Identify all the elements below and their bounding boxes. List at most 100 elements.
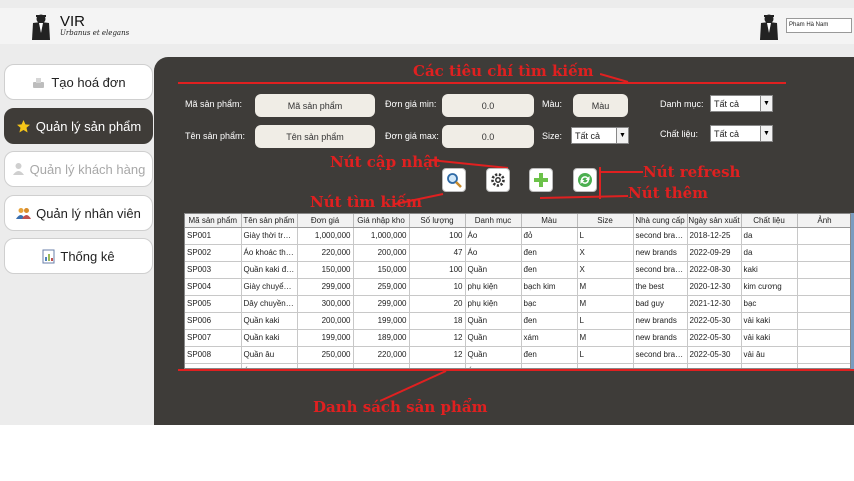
table-cell: 299,000 xyxy=(297,278,354,296)
table-cell: đen xyxy=(521,346,578,364)
table-row[interactable]: SP001 Giày thời trang 1,000,000 1,000,000 10… xyxy=(185,227,850,245)
table-cell: đỏ xyxy=(521,227,578,245)
table-cell xyxy=(797,244,850,262)
table-cell: 12 xyxy=(409,329,466,347)
table-row[interactable]: SP007 Quần kaki 199,000 189,000 12 Quần xám Mne… xyxy=(185,329,850,347)
color-label: Màu: xyxy=(542,99,563,109)
sidebar-item-products[interactable]: Quản lý sản phẩm xyxy=(4,108,153,144)
table-cell: bạc xyxy=(741,295,798,313)
column-header[interactable]: Ảnh xyxy=(797,214,850,228)
table-cell: Quần kaki xyxy=(241,312,298,330)
color-input[interactable]: Màu xyxy=(573,94,628,117)
table-cell: đen xyxy=(521,261,578,279)
update-button[interactable] xyxy=(486,168,510,192)
table-cell xyxy=(797,261,850,279)
table-cell: new brands xyxy=(633,244,688,262)
table-cell: bad guy xyxy=(633,295,688,313)
username-field[interactable]: Pham Hà Nam xyxy=(786,18,852,33)
material-select-value: Tất cả xyxy=(714,129,740,139)
sidebar-item-label: Thống kê xyxy=(60,248,115,264)
table-cell: SP006 xyxy=(185,312,242,330)
sidebar-item-label: Quản lý sản phẩm xyxy=(35,118,142,134)
sidebar-item-customers[interactable]: Quản lý khách hàng xyxy=(4,151,153,187)
table-cell: new brands xyxy=(633,312,688,330)
table-cell xyxy=(797,227,850,245)
table-row[interactable]: SP004Giày chuyển kiểu299,000259,00010phụ… xyxy=(185,278,850,296)
table-cell: 220,000 xyxy=(297,244,354,262)
table-cell: vải kaki xyxy=(741,312,798,330)
table-cell: SP001 xyxy=(185,227,242,245)
min-price-label: Đơn giá min: xyxy=(385,99,437,109)
table-cell xyxy=(797,329,850,347)
material-select[interactable]: Tất cả ▼ xyxy=(710,125,773,142)
table-cell: SP007 xyxy=(185,329,242,347)
staff-icon xyxy=(16,207,32,219)
table-cell: kaki xyxy=(741,261,798,279)
column-header[interactable]: Nhà cung cấp xyxy=(633,214,688,228)
table-cell: L xyxy=(577,312,634,330)
table-row[interactable]: SP006 Quần kaki 200,000 199,000 18 Quần đen Lne… xyxy=(185,312,850,330)
column-header[interactable]: Chất liệu xyxy=(741,214,798,228)
table-row[interactable]: SP008 Quần âu 250,000 220,000 12 Quần đen Lseco… xyxy=(185,346,850,364)
table-cell: 250,000 xyxy=(297,346,354,364)
table-cell: 150,000 xyxy=(297,261,354,279)
column-header[interactable]: Tên sản phẩm xyxy=(241,214,298,228)
size-select-value: Tất cả xyxy=(575,131,601,141)
table-cell: L xyxy=(577,227,634,245)
annotation-line xyxy=(178,82,786,84)
column-header[interactable]: Số lượng xyxy=(409,214,466,228)
table-cell: 2022-05-30 xyxy=(687,346,742,364)
size-select[interactable]: Tất cả ▼ xyxy=(571,127,629,144)
sidebar-item-statistics[interactable]: Thống kê xyxy=(4,238,153,274)
table-cell: da xyxy=(741,244,798,262)
product-table[interactable]: Mã sản phẩm Tên sản phẩm Đơn giá Giá nhập k… xyxy=(184,213,851,369)
table-cell: 150,000 xyxy=(353,261,410,279)
category-select[interactable]: Tất cả ▼ xyxy=(710,95,773,112)
column-header[interactable]: Danh mục xyxy=(465,214,522,228)
user-icon xyxy=(12,162,25,176)
table-cell: L xyxy=(577,346,634,364)
product-name-input[interactable]: Tên sản phẩm xyxy=(255,125,375,148)
table-cell: SP005 xyxy=(185,295,242,313)
app-slogan: Urbanus et elegans xyxy=(60,29,130,37)
table-cell: xám xyxy=(521,329,578,347)
table-row[interactable]: SP003 Quần kaki đen 150,000 150,000 100 Quần đ… xyxy=(185,261,850,279)
table-cell: Áo xyxy=(465,227,522,245)
table-cell: 20 xyxy=(409,295,466,313)
sidebar-item-staff[interactable]: Quản lý nhân viên xyxy=(4,195,153,231)
table-cell: 2020-12-30 xyxy=(687,278,742,296)
sidebar-item-create-invoice[interactable]: Tạo hoá đơn xyxy=(4,64,153,100)
table-cell: vải kaki xyxy=(741,329,798,347)
search-button[interactable] xyxy=(442,168,466,192)
product-code-input[interactable]: Mã sản phẩm xyxy=(255,94,375,117)
chevron-down-icon[interactable]: ▼ xyxy=(760,96,772,111)
column-header[interactable]: Đơn giá xyxy=(297,214,354,228)
column-header[interactable]: Ngày sản xuất xyxy=(687,214,742,228)
max-price-input[interactable]: 0.0 xyxy=(442,125,534,148)
table-cell: bạch kim xyxy=(521,278,578,296)
table-cell: 18 xyxy=(409,312,466,330)
app-name: VIR xyxy=(60,13,86,30)
column-header[interactable]: Size xyxy=(577,214,634,228)
sidebar-item-label: Quản lý nhân viên xyxy=(36,205,141,221)
table-cell: 2022-05-30 xyxy=(687,329,742,347)
column-header[interactable]: Màu xyxy=(521,214,578,228)
annotation-arrow xyxy=(600,73,629,83)
chevron-down-icon[interactable]: ▼ xyxy=(616,128,628,143)
annotation-update-button: Nút cập nhật xyxy=(330,153,440,171)
column-header[interactable]: Mã sản phẩm xyxy=(185,214,242,228)
table-cell: Quần xyxy=(465,261,522,279)
table-row[interactable]: SP005 Dây chuyền bạc 300,000 299,000 20 phụ k… xyxy=(185,295,850,313)
category-select-value: Tất cả xyxy=(714,99,740,109)
table-row[interactable]: SP002Áo khoác thời trang220,000200,00047… xyxy=(185,244,850,262)
table-cell: 220,000 xyxy=(353,346,410,364)
chevron-down-icon[interactable]: ▼ xyxy=(760,126,772,141)
min-price-input[interactable]: 0.0 xyxy=(442,94,534,117)
add-button[interactable] xyxy=(529,168,553,192)
star-icon xyxy=(16,119,31,134)
avatar[interactable] xyxy=(758,13,780,41)
refresh-icon xyxy=(578,173,592,187)
table-cell: Quần kaki đen xyxy=(241,261,298,279)
refresh-button[interactable] xyxy=(573,168,597,192)
column-header[interactable]: Giá nhập kho xyxy=(353,214,410,228)
